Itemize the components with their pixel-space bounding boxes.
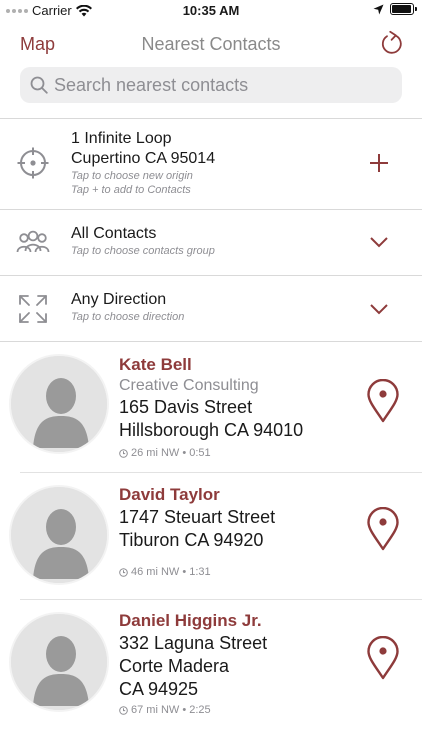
status-time: 10:35 AM [182,3,240,18]
avatar [9,485,109,585]
direction-hint: Tap to choose direction [71,311,185,323]
search-bar [20,67,402,103]
group-label: All Contacts [71,225,157,242]
person-silhouette-icon [11,487,107,583]
contact-distance: 67 mi NW • 2:25 [119,702,267,718]
person-silhouette-icon [11,614,107,710]
person-silhouette-icon [11,356,107,452]
search-icon [30,76,48,94]
contact-address-line: 332 Laguna Street [119,633,268,653]
avatar [9,354,109,454]
distance-label: 46 mi NW • 1:31 [131,566,211,578]
status-bar: Carrier 10:35 AM [0,0,422,22]
contact-address-line: CA 94925 [119,679,199,699]
avatar [9,612,109,712]
contact-row[interactable]: David Taylor 1747 Steuart Street Tiburon… [0,473,422,599]
add-to-contacts-hint: Tap + to add to Contacts [71,184,191,196]
battery-fill [392,5,411,13]
direction-label: Any Direction [71,291,167,308]
search-input[interactable] [54,74,384,96]
contact-address-line: 165 Davis Street [119,397,253,417]
contact-distance: 46 mi NW • 1:31 [119,564,275,580]
contact-address-line: 1747 Steuart Street [119,507,276,527]
contact-name: Daniel Higgins Jr. [119,611,262,630]
origin-street: 1 Infinite Loop [71,130,172,147]
expand-arrows-icon [19,295,47,323]
contacts-group-row[interactable]: All Contacts Tap to choose contacts grou… [0,210,422,275]
contact-info: David Taylor 1747 Steuart Street Tiburon… [119,484,275,580]
group-icon [16,230,50,253]
map-pin-icon[interactable] [366,379,400,423]
map-pin-icon[interactable] [366,507,400,551]
origin-row[interactable]: 1 Infinite Loop Cupertino CA 95014 Tap t… [0,119,422,209]
contact-address-line: Hillsborough CA 94010 [119,420,304,440]
contact-name: Kate Bell [119,355,192,374]
distance-label: 67 mi NW • 2:25 [131,704,211,716]
status-right [373,3,417,15]
page-title: Nearest Contacts [141,34,281,54]
contact-info: Kate Bell Creative Consulting 165 Davis … [119,354,303,461]
contact-company: Creative Consulting [119,377,259,394]
distance-label: 26 mi NW • 0:51 [131,447,211,459]
add-icon[interactable] [369,153,389,173]
map-pin-icon[interactable] [366,636,400,680]
location-arrow-icon [373,4,384,14]
direction-row[interactable]: Any Direction Tap to choose direction [0,276,422,341]
clock-icon [119,448,128,458]
contact-info: Daniel Higgins Jr. 332 Laguna Street Cor… [119,610,267,718]
group-hint: Tap to choose contacts group [71,245,215,257]
clock-icon [119,567,128,577]
contact-address-line: Tiburon CA 94920 [119,530,264,550]
origin-hint: Tap to choose new origin [71,170,193,182]
contact-distance: 26 mi NW • 0:51 [119,445,303,461]
origin-text: 1 Infinite Loop Cupertino CA 95014 Tap t… [71,129,215,197]
contact-row[interactable]: Kate Bell Creative Consulting 165 Davis … [0,342,422,472]
crosshair-icon [17,147,49,179]
contact-row[interactable]: Daniel Higgins Jr. 332 Laguna Street Cor… [0,600,422,750]
map-button[interactable]: Map [20,34,55,55]
contact-address-line: Corte Madera [119,656,230,676]
origin-city: Cupertino CA 95014 [71,150,216,167]
contact-name: David Taylor [119,485,220,504]
refresh-icon[interactable] [378,30,404,56]
clock-icon [119,705,128,715]
chevron-down-icon[interactable] [369,236,389,248]
navigation-bar: Map Nearest Contacts [0,22,422,66]
direction-text: Any Direction Tap to choose direction [71,290,184,324]
chevron-down-icon[interactable] [369,303,389,315]
group-text: All Contacts Tap to choose contacts grou… [71,224,215,258]
battery-icon [390,3,417,15]
